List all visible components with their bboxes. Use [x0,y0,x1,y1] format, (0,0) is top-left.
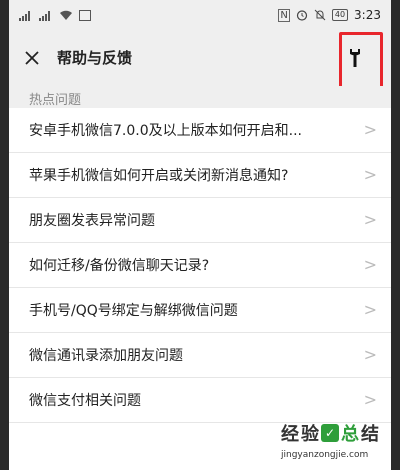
page-title: 帮助与反馈 [57,49,133,67]
status-left [19,10,91,21]
close-icon [25,51,39,65]
faq-list: 安卓手机微信7.0.0及以上版本如何开启和... > 苹果手机微信如何开启或关闭… [9,108,391,423]
signal-icon-2 [39,10,53,21]
image-icon [79,10,91,21]
section-header: 热点问题 [9,86,391,108]
list-item[interactable]: 苹果手机微信如何开启或关闭新消息通知? > [9,153,391,198]
check-icon: ✓ [321,424,339,442]
nav-bar: 帮助与反馈 [9,30,391,106]
phone-frame-left [0,0,9,470]
mute-icon [314,9,326,21]
battery-icon: 40 [331,9,349,21]
list-item[interactable]: 安卓手机微信7.0.0及以上版本如何开启和... > [9,108,391,153]
nfc-icon: N [278,8,290,22]
list-item-label: 安卓手机微信7.0.0及以上版本如何开启和... [29,123,302,139]
watermark: 经 验 ✓ 总 结 jingyanzongjie.com [281,420,391,468]
list-item[interactable]: 如何迁移/备份微信聊天记录? > [9,243,391,288]
list-item-label: 苹果手机微信如何开启或关闭新消息通知? [29,168,289,184]
list-item-label: 如何迁移/备份微信聊天记录? [29,258,210,274]
chevron-right-icon: > [363,345,377,364]
list-item[interactable]: 微信支付相关问题 > [9,378,391,423]
status-right: N 40 3:23 [278,8,381,22]
section-label: 热点问题 [29,93,82,108]
list-item[interactable]: 手机号/QQ号绑定与解绑微信问题 > [9,288,391,333]
phone-frame-right [391,0,400,470]
status-bar: N 40 3:23 [9,0,391,30]
watermark-char: 结 [361,424,379,445]
wrench-icon [350,49,360,67]
watermark-chars: 经 验 ✓ 总 结 [281,420,379,446]
watermark-char: 总 [341,424,359,445]
watermark-url: jingyanzongjie.com [281,450,369,460]
watermark-char: 经 [281,424,299,445]
signal-icon [19,10,33,21]
list-item[interactable]: 朋友圈发表异常问题 > [9,198,391,243]
tool-button[interactable] [343,46,367,70]
chevron-right-icon: > [363,210,377,229]
chevron-right-icon: > [363,255,377,274]
watermark-char: 验 [301,424,319,445]
chevron-right-icon: > [363,165,377,184]
chevron-right-icon: > [363,390,377,409]
list-item-label: 微信支付相关问题 [29,393,141,409]
screen: N 40 3:23 帮助与反馈 热点问题 安卓手机微信7.0.0及以上版本如何开… [9,0,391,470]
list-item[interactable]: 微信通讯录添加朋友问题 > [9,333,391,378]
list-item-label: 朋友圈发表异常问题 [29,213,155,229]
wifi-icon [60,10,72,20]
alarm-icon [296,10,307,21]
close-button[interactable] [21,47,43,69]
chevron-right-icon: > [363,300,377,319]
list-item-label: 手机号/QQ号绑定与解绑微信问题 [29,303,238,319]
list-item-label: 微信通讯录添加朋友问题 [29,348,183,364]
chevron-right-icon: > [363,120,377,139]
status-time: 3:23 [354,8,381,22]
